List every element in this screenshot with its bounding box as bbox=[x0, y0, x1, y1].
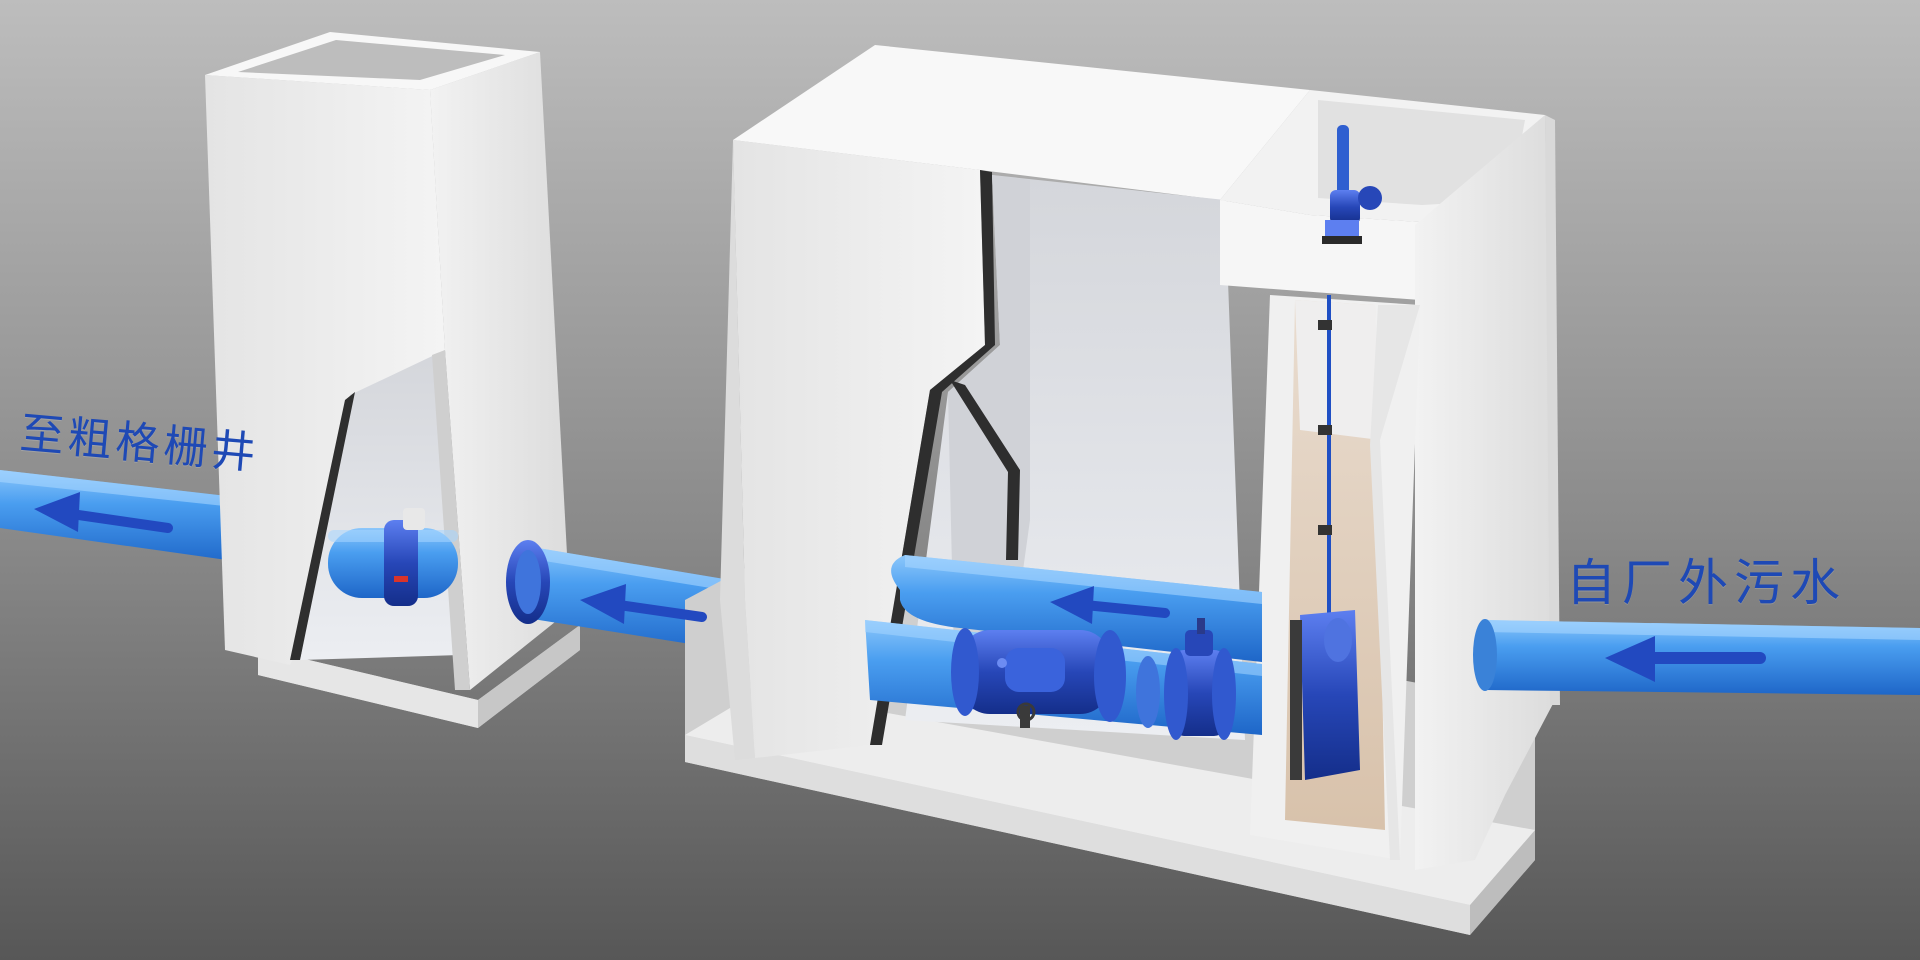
diagram-canvas bbox=[0, 0, 1920, 960]
inlet-label: 自厂外污水 bbox=[1566, 554, 1846, 612]
left-well bbox=[205, 32, 580, 728]
pump-station-diagram: 至粗格栅井 自厂外污水 bbox=[0, 0, 1920, 960]
